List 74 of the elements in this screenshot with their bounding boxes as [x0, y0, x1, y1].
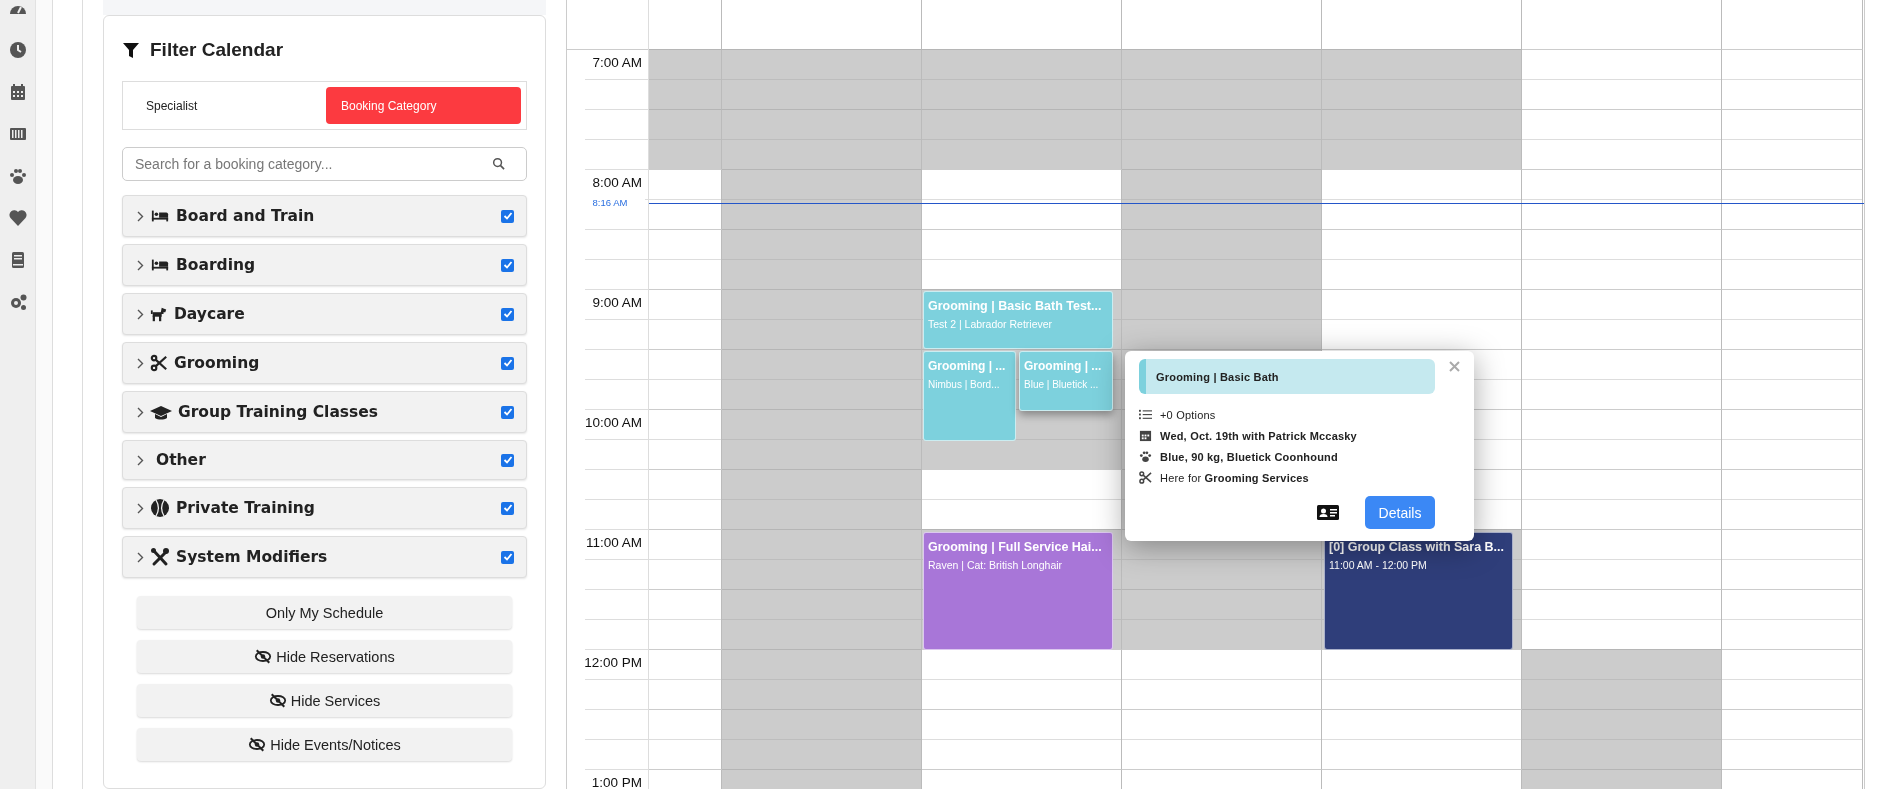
event-title: Grooming | ...	[928, 359, 1006, 373]
tools-icon	[150, 547, 170, 567]
category-row[interactable]: Grooming	[122, 342, 527, 384]
clock-icon	[7, 40, 28, 60]
mode-tab[interactable]: Specialist	[128, 87, 326, 124]
ball-icon	[150, 498, 170, 518]
time-label: 12:00 PM	[584, 655, 642, 670]
search-field[interactable]: Search for a booking category...	[122, 147, 527, 181]
popover-detail: Here for Grooming Services	[1160, 471, 1309, 484]
paw-icon	[1139, 450, 1152, 463]
checkbox[interactable]	[501, 307, 514, 321]
event-subtitle: Test 2 | Labrador Retriever	[928, 318, 1053, 330]
category-row[interactable]: Other	[122, 440, 527, 480]
event-subtitle: 11:00 AM - 12:00 PM	[1329, 559, 1427, 571]
graduation-cap-icon	[150, 403, 172, 421]
time-label: 9:00 AM	[592, 295, 642, 310]
category-row[interactable]: Group Training Classes	[122, 391, 527, 433]
checkbox[interactable]	[501, 356, 514, 370]
checkbox[interactable]	[501, 550, 514, 564]
category-label: Other	[155, 451, 207, 469]
time-label: 7:00 AM	[592, 55, 642, 70]
category-label: Daycare	[174, 305, 246, 323]
scissors-icon	[150, 354, 168, 372]
calendar-icon	[1139, 429, 1152, 442]
eye-slash-icon	[268, 692, 287, 709]
time-label: 10:00 AM	[584, 415, 642, 430]
filter-button[interactable]: Hide Events/Notices	[137, 728, 512, 761]
popover-detail: Wed, Oct. 19th with Patrick Mccasky	[1160, 429, 1357, 442]
category-row[interactable]: System Modifiers	[122, 536, 527, 578]
checkbox[interactable]	[501, 258, 514, 272]
event-card[interactable]: [0] Group Class with Sara B... 11:00 AM - 12:00 PM	[1324, 532, 1513, 650]
search-icon	[492, 157, 505, 170]
time-label: 8:00 AM	[592, 175, 642, 190]
category-label: Private Training	[176, 499, 316, 517]
filter-icon	[122, 41, 140, 59]
paw-icon	[7, 166, 28, 186]
category-label: Grooming	[174, 354, 261, 372]
category-label: System Modifiers	[176, 548, 329, 566]
id-card-icon	[1317, 504, 1339, 521]
category-label: Board and Train	[176, 207, 316, 225]
time-label: 1:00 PM	[591, 775, 642, 789]
list-icon	[1139, 408, 1152, 421]
close-icon	[1449, 361, 1460, 372]
eye-slash-icon	[248, 736, 267, 753]
category-row[interactable]: Private Training	[122, 487, 527, 529]
event-subtitle: Raven | Cat: British Longhair	[928, 559, 1063, 571]
popover-title: Grooming | Basic Bath	[1139, 359, 1435, 394]
mode-tab[interactable]: Booking Category	[326, 87, 521, 124]
checkbox[interactable]	[501, 501, 514, 515]
filter-button[interactable]: Only My Schedule	[137, 596, 512, 629]
category-row[interactable]: Daycare	[122, 293, 527, 335]
eye-slash-icon	[254, 648, 273, 665]
category-label: Group Training Classes	[178, 403, 380, 421]
event-title: Grooming | ...	[1024, 359, 1102, 373]
category-label: Boarding	[176, 256, 257, 274]
checkbox[interactable]	[501, 453, 514, 467]
category-row[interactable]: Boarding	[122, 244, 527, 286]
popover-detail: +0 Options	[1160, 408, 1216, 421]
event-subtitle: Nimbus | Bord...	[928, 379, 1000, 390]
scissors-icon	[1139, 471, 1152, 484]
popover-detail: Blue, 90 kg, Bluetick Coonhound	[1160, 450, 1338, 463]
checkbox[interactable]	[501, 209, 514, 223]
filter-button[interactable]: Hide Services	[137, 684, 512, 717]
event-title: [0] Group Class with Sara B...	[1329, 540, 1505, 554]
event-subtitle: Blue | Bluetick ...	[1024, 379, 1099, 390]
category-row[interactable]: Board and Train	[122, 195, 527, 237]
time-label: 11:00 AM	[585, 535, 642, 550]
event-title: Grooming | Full Service Hai...	[928, 540, 1102, 554]
panel-title: Filter Calendar	[150, 39, 284, 61]
dog-icon	[150, 305, 168, 323]
heart-icon	[7, 208, 28, 228]
filter-button[interactable]: Hide Reservations	[137, 640, 512, 673]
event-title: Grooming | Basic Bath Test...	[928, 299, 1102, 313]
checkbox[interactable]	[501, 405, 514, 419]
